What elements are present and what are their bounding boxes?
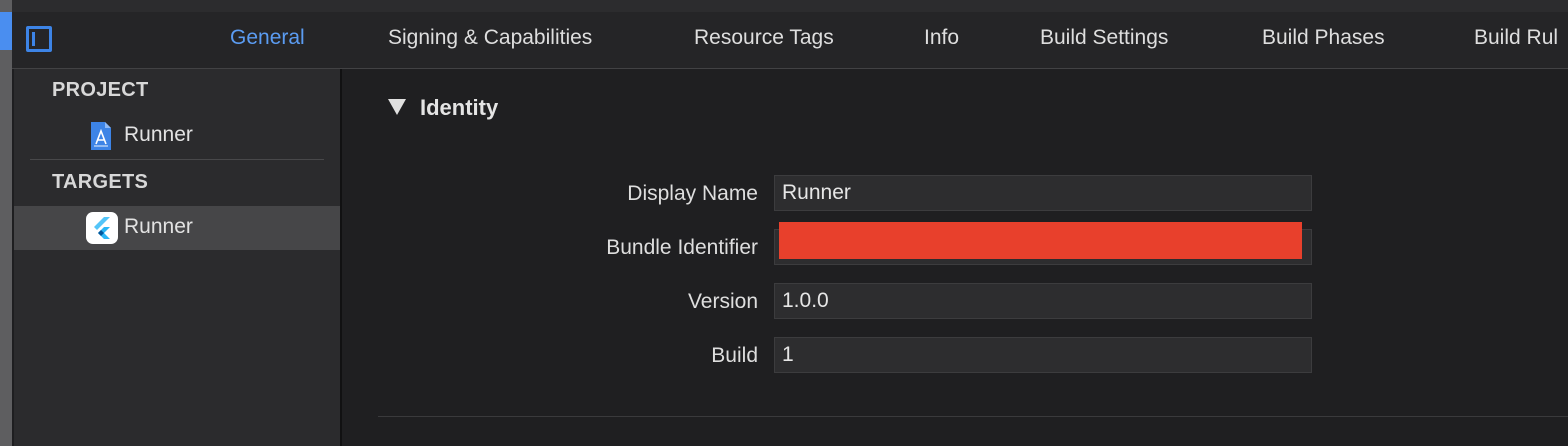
build-label: Build	[711, 344, 758, 367]
display-name-label: Display Name	[627, 182, 758, 205]
project-item-runner[interactable]: Runner	[14, 114, 340, 158]
window-edge-accent	[0, 12, 12, 50]
build-field[interactable]	[774, 337, 1312, 373]
tab-build-phases[interactable]: Build Phases	[1262, 12, 1385, 68]
editor-tab-bar: General Signing & Capabilities Resource …	[12, 12, 1568, 69]
xcodeproj-file-icon	[88, 121, 114, 151]
project-navigator: PROJECT Runner TARGETS Runner	[14, 69, 342, 446]
version-label: Version	[687, 290, 758, 313]
flutter-app-icon	[86, 212, 118, 244]
tab-info[interactable]: Info	[924, 12, 959, 68]
project-item-label: Runner	[124, 123, 193, 146]
tab-build-rules[interactable]: Build Rul	[1474, 12, 1558, 68]
disclosure-triangle-icon[interactable]	[388, 99, 406, 115]
window-edge-strip	[0, 0, 12, 446]
redaction-overlay	[779, 222, 1302, 259]
display-name-field[interactable]	[774, 175, 1312, 211]
target-item-label: Runner	[124, 215, 193, 238]
section-separator	[378, 416, 1568, 417]
navigator-pane-glyph	[32, 32, 35, 46]
version-field[interactable]	[774, 283, 1312, 319]
tab-general[interactable]: General	[230, 12, 305, 68]
general-settings-editor: Identity Display Name Bundle Identifier …	[342, 69, 1568, 446]
bundle-identifier-label: Bundle Identifier	[606, 236, 758, 259]
tab-build-settings[interactable]: Build Settings	[1040, 12, 1168, 68]
sidebar-divider	[30, 159, 324, 160]
show-hide-navigator-icon[interactable]	[26, 26, 52, 52]
target-item-runner[interactable]: Runner	[14, 206, 340, 250]
identity-section-title: Identity	[420, 95, 499, 120]
tab-signing-capabilities[interactable]: Signing & Capabilities	[388, 12, 592, 68]
tab-resource-tags[interactable]: Resource Tags	[694, 12, 834, 68]
project-section-header: PROJECT	[52, 79, 149, 101]
targets-section-header: TARGETS	[52, 171, 149, 193]
